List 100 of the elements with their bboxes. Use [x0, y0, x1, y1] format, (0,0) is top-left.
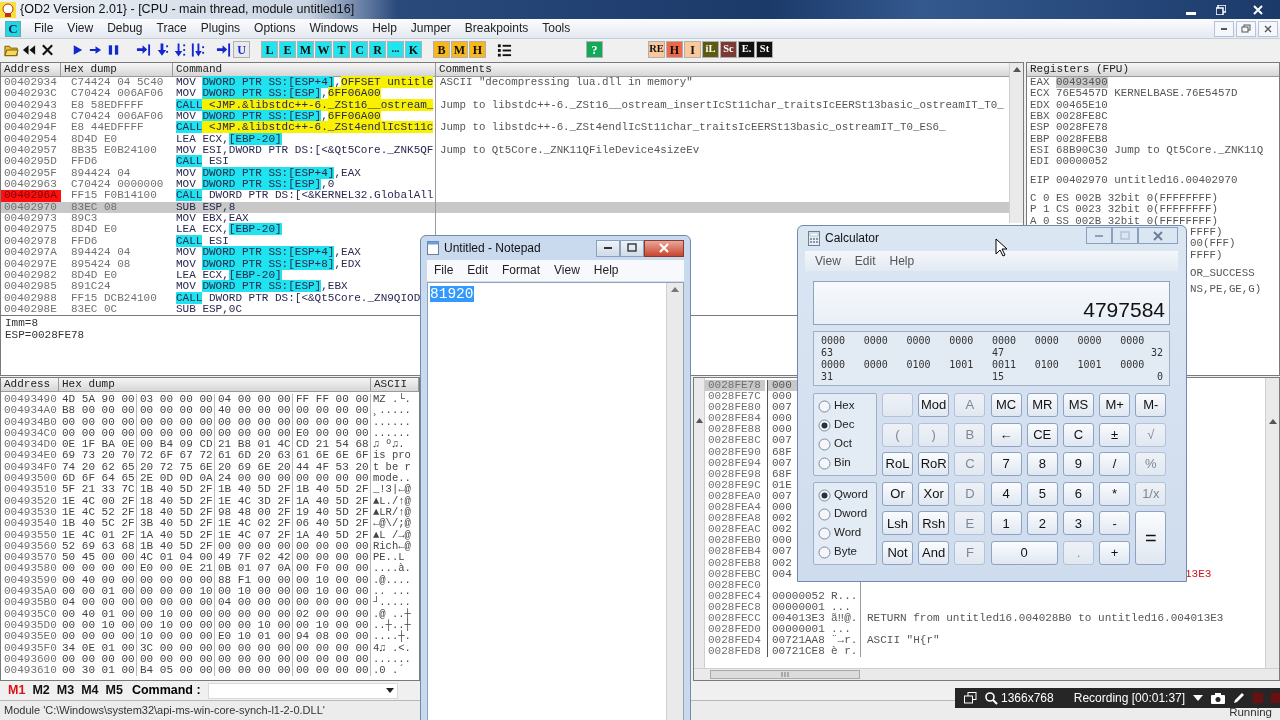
register-value[interactable]: 00402970 [1055, 174, 1108, 187]
menu-item[interactable]: Format [495, 263, 548, 278]
calculator-key[interactable]: 2 [1026, 511, 1058, 536]
calculator-key[interactable]: 0 [990, 540, 1058, 565]
calculator-key[interactable]: M+ [1099, 393, 1131, 417]
calculator-key[interactable]: Or [882, 481, 913, 506]
toolbar-button[interactable]: L [261, 41, 278, 58]
calculator-key[interactable]: Lsh [882, 511, 913, 536]
register-value[interactable]: 0028FE8C [1055, 111, 1108, 123]
toolbar-button[interactable]: E [279, 41, 296, 58]
toolbar-button[interactable]: T [333, 41, 350, 58]
register-value[interactable]: 76E5457D [1055, 88, 1108, 100]
menu-item[interactable]: Jumper [403, 21, 458, 36]
address-cell[interactable]: 0028FEB4 [705, 546, 765, 558]
radio-icon[interactable] [818, 526, 831, 540]
menu-item[interactable]: View [547, 263, 587, 278]
register-value[interactable]: 00493490 [1055, 77, 1108, 89]
toolbar-button[interactable]: B [433, 41, 450, 58]
address-cell[interactable]: 0028FE8C [705, 435, 765, 447]
toolbar-button[interactable]: St [756, 41, 773, 58]
calculator-key[interactable]: ← [990, 422, 1022, 447]
register-value[interactable]: 0028FEB8 [1055, 133, 1108, 146]
calculator-key[interactable]: CE [1026, 422, 1058, 447]
address-cell[interactable]: 0028FE90 [705, 446, 765, 458]
toolbar-button[interactable]: I [684, 41, 701, 58]
menu-item[interactable]: Options [247, 21, 303, 36]
calculator-key[interactable]: ± [1099, 422, 1131, 447]
menu-item[interactable]: Tools [535, 21, 578, 36]
address-cell[interactable]: 0028FEC8 [705, 601, 765, 613]
cpu-badge[interactable]: C [5, 20, 21, 37]
radio-icon[interactable] [818, 488, 831, 502]
trace-over-button[interactable] [189, 41, 206, 58]
address-cell[interactable]: 0028FED0 [705, 624, 765, 636]
calculator-key[interactable]: Not [882, 540, 913, 565]
toolbar-button[interactable]: E. [738, 41, 755, 58]
toolbar-button[interactable]: C [351, 41, 368, 58]
calculator-key[interactable]: * [1099, 481, 1131, 506]
calculator-key[interactable]: 7 [990, 452, 1022, 477]
column-header[interactable]: Comments [436, 63, 1009, 76]
radio-icon[interactable] [818, 545, 831, 559]
address-cell[interactable]: 0028FEAC [705, 524, 765, 536]
toolbar-button[interactable]: iL [702, 41, 719, 58]
radio-icon[interactable] [818, 456, 831, 470]
memory-tab[interactable]: M2 [32, 683, 50, 698]
calculator-key[interactable]: C [1062, 422, 1094, 447]
calculator-key[interactable]: + [1099, 540, 1131, 565]
scrollbar[interactable] [694, 378, 705, 668]
column-header[interactable]: Hex dump [59, 378, 371, 391]
calculator-key[interactable]: RoL [882, 452, 913, 477]
toolbar-button[interactable]: Sc [720, 41, 737, 58]
selected-row[interactable]: 00402970 83EC 08 SUB ESP,8 [1, 201, 1009, 214]
address-cell[interactable]: 0028FEA0 [705, 490, 765, 503]
memory-tab[interactable]: M4 [81, 683, 99, 698]
address-cell[interactable]: 0028FEA4 [705, 502, 765, 514]
memory-tab[interactable]: M5 [105, 683, 123, 698]
calculator-key[interactable]: RoR [918, 452, 950, 477]
radio-icon[interactable] [818, 507, 831, 521]
calculator-key[interactable]: 9 [1062, 452, 1094, 477]
scrollbar[interactable] [666, 283, 683, 720]
calculator-key[interactable]: Mod [918, 393, 950, 417]
calculator-key[interactable]: Xor [918, 481, 950, 506]
calculator-key[interactable]: MC [990, 393, 1022, 417]
menu-item[interactable]: File [27, 21, 61, 36]
calculator-key[interactable]: 6 [1062, 481, 1094, 506]
calculator-key[interactable]: And [918, 540, 950, 565]
scrollbar[interactable] [1265, 378, 1279, 668]
calculator-key[interactable]: M- [1135, 393, 1167, 417]
address-cell[interactable]: 0028FEB0 [705, 535, 765, 547]
toolbar-button[interactable]: H [666, 41, 683, 58]
register-value[interactable]: 00000052 [1055, 156, 1108, 168]
calculator-key[interactable]: 4 [990, 481, 1022, 506]
menu-item[interactable]: View [808, 253, 848, 269]
calculator-key[interactable]: = [1135, 511, 1167, 565]
address-cell[interactable]: 0028FE9C [705, 479, 765, 491]
menu-item[interactable]: Help [365, 21, 404, 36]
register-value[interactable]: 00465E10 [1055, 99, 1108, 112]
menu-item[interactable]: Plugins [193, 21, 248, 36]
calculator-key[interactable]: / [1099, 452, 1131, 477]
address-cell[interactable]: 0028FE98 [705, 468, 765, 480]
menu-item[interactable]: Breakpoints [457, 21, 536, 36]
step-into-button[interactable] [135, 41, 152, 58]
menu-item[interactable]: View [60, 21, 101, 36]
register-value[interactable]: 68B90C30 [1055, 145, 1108, 157]
column-header[interactable]: Hex dump [61, 63, 173, 76]
address-cell[interactable]: 0028FECC [705, 612, 765, 625]
address-cell[interactable]: 0028FE88 [705, 424, 765, 436]
menu-item[interactable]: Help [882, 253, 922, 269]
calculator-key[interactable]: 5 [1026, 481, 1058, 506]
address-cell[interactable]: 0028FE94 [705, 457, 765, 469]
address-cell[interactable]: 0028FE7C [705, 391, 765, 403]
calculator-key[interactable]: - [1099, 511, 1131, 536]
menu-item[interactable]: Trace [149, 21, 194, 36]
maximize-button[interactable] [620, 239, 644, 257]
list-button[interactable] [496, 41, 513, 58]
close-button[interactable] [644, 239, 684, 257]
column-header[interactable]: Address [1, 378, 59, 391]
memory-tab[interactable]: M1 [8, 683, 26, 698]
radio-icon[interactable] [818, 418, 831, 432]
toolbar-button[interactable]: K [405, 41, 422, 58]
calculator-key[interactable]: 8 [1026, 452, 1058, 477]
